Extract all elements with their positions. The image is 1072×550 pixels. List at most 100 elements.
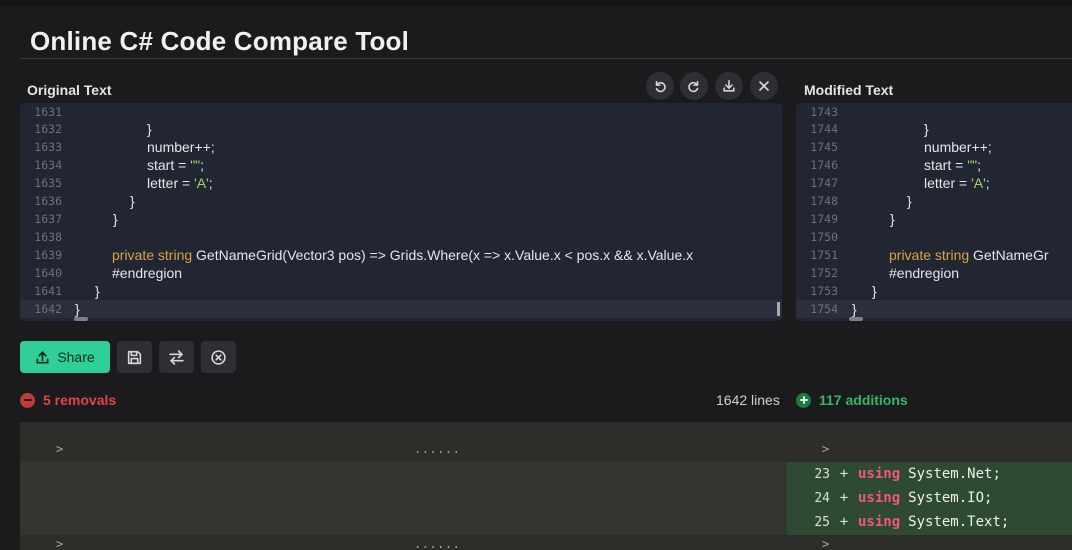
minus-icon bbox=[20, 392, 35, 408]
diff-sign: + bbox=[839, 466, 849, 482]
editor-line: 1641} bbox=[20, 282, 782, 300]
diff-empty-left bbox=[20, 462, 787, 535]
title-divider bbox=[20, 58, 1072, 59]
code-text: } bbox=[872, 283, 877, 299]
save-button[interactable] bbox=[117, 341, 152, 373]
original-editor[interactable]: 1631 1632} 1633 number++; 1634 start = "";… bbox=[20, 103, 782, 321]
upload-icon bbox=[36, 350, 49, 363]
editor-line: 1743 bbox=[796, 103, 1072, 121]
vertical-scrollbar[interactable] bbox=[777, 302, 780, 316]
line-number: 1636 bbox=[34, 194, 62, 208]
code-text: } bbox=[890, 211, 895, 227]
download-button[interactable] bbox=[715, 72, 743, 100]
line-number: 1640 bbox=[34, 266, 62, 280]
editor-line: 1636} bbox=[20, 192, 782, 210]
diff-keyword: using bbox=[858, 466, 901, 482]
close-button[interactable] bbox=[750, 72, 778, 100]
code-text: } bbox=[147, 121, 152, 137]
editor-line: 1632} bbox=[20, 120, 782, 138]
expand-caret-right[interactable]: > bbox=[822, 442, 829, 456]
removals-stat: 5 removals bbox=[20, 392, 116, 408]
diff-line-number: 23 bbox=[814, 466, 830, 482]
editor-line: 1640 #endregion bbox=[20, 264, 782, 282]
collapsed-section[interactable]: > ...... > bbox=[20, 422, 1072, 462]
collapsed-section[interactable]: > ...... > bbox=[20, 535, 1072, 550]
line-number: 1748 bbox=[810, 194, 838, 208]
share-button[interactable]: Share bbox=[20, 341, 110, 373]
clear-icon bbox=[211, 349, 226, 365]
editor-line-active: 1642} bbox=[20, 300, 782, 318]
code-text: } bbox=[852, 301, 857, 317]
redo-icon bbox=[688, 80, 699, 93]
share-label: Share bbox=[57, 349, 95, 365]
clear-button[interactable] bbox=[201, 341, 236, 373]
editor-line: 1745 number++; bbox=[796, 138, 1072, 156]
code-text: letter = 'A'; bbox=[147, 175, 213, 191]
line-number: 1641 bbox=[34, 284, 62, 298]
line-number: 1635 bbox=[34, 176, 62, 190]
download-icon bbox=[723, 79, 735, 92]
line-number: 1752 bbox=[810, 266, 838, 280]
original-text-label: Original Text bbox=[27, 82, 112, 98]
editor-line: 1746 start = ""; bbox=[796, 156, 1072, 174]
added-line: 23 + using System.Net; bbox=[787, 462, 1072, 486]
editor-line: 1750 bbox=[796, 228, 1072, 246]
expand-caret-left[interactable]: > bbox=[56, 537, 63, 550]
expand-caret-left[interactable]: > bbox=[56, 442, 63, 456]
lines-count: 1642 lines bbox=[716, 392, 780, 408]
code-text: letter = 'A'; bbox=[924, 175, 990, 191]
plus-icon bbox=[796, 392, 811, 408]
diff-text: System.IO; bbox=[908, 490, 993, 506]
editor-line-active: 1754} bbox=[796, 300, 1072, 318]
diff-line-number: 25 bbox=[814, 514, 830, 530]
line-number: 1639 bbox=[34, 248, 62, 262]
code-text: number++; bbox=[147, 139, 215, 155]
editor-line: 1744} bbox=[796, 120, 1072, 138]
expand-caret-right[interactable]: > bbox=[822, 537, 829, 550]
removals-count: 5 removals bbox=[43, 392, 117, 408]
modified-text-label: Modified Text bbox=[804, 82, 894, 98]
collapsed-ellipsis[interactable]: ...... bbox=[414, 442, 460, 456]
code-text: } bbox=[907, 193, 912, 209]
code-text: } bbox=[75, 301, 80, 317]
line-number: 1746 bbox=[810, 158, 838, 172]
horizontal-scrollbar[interactable] bbox=[74, 317, 88, 321]
close-icon bbox=[759, 81, 769, 91]
code-text: number++; bbox=[924, 139, 992, 155]
editor-line: 1749} bbox=[796, 210, 1072, 228]
top-strip bbox=[0, 0, 1072, 6]
line-number: 1754 bbox=[810, 302, 838, 316]
editor-line: 1633 number++; bbox=[20, 138, 782, 156]
code-text: } bbox=[113, 211, 118, 227]
line-number: 1751 bbox=[810, 248, 838, 262]
editor-line: 1634 start = ""; bbox=[20, 156, 782, 174]
collapsed-ellipsis[interactable]: ...... bbox=[414, 537, 460, 550]
swap-icon bbox=[169, 349, 184, 365]
modified-editor[interactable]: 1743 1744} 1745 number++; 1746 start = "";… bbox=[796, 103, 1072, 321]
undo-button[interactable] bbox=[646, 72, 674, 100]
added-line: 24 + using System.IO; bbox=[787, 486, 1072, 510]
line-number: 1743 bbox=[810, 105, 838, 119]
undo-icon bbox=[655, 80, 666, 93]
horizontal-scrollbar[interactable] bbox=[849, 317, 863, 321]
code-text: private string GetNameGr bbox=[889, 247, 1049, 263]
diff-sign: + bbox=[839, 490, 849, 506]
line-number: 1750 bbox=[810, 230, 838, 244]
diff-text: System.Net; bbox=[908, 466, 1001, 482]
diff-view: > ...... > 23 + using System.Net; 24 + u… bbox=[20, 422, 1072, 550]
code-text: #endregion bbox=[112, 265, 183, 281]
line-number: 1638 bbox=[34, 230, 62, 244]
line-number: 1633 bbox=[34, 140, 62, 154]
line-number: 1637 bbox=[34, 212, 62, 226]
editor-line: 1747 letter = 'A'; bbox=[796, 174, 1072, 192]
editor-line: 1635 letter = 'A'; bbox=[20, 174, 782, 192]
line-number: 1632 bbox=[34, 122, 62, 136]
swap-button[interactable] bbox=[159, 341, 194, 373]
code-text: private string GetNameGrid(Vector3 pos) … bbox=[112, 247, 694, 263]
line-number: 1634 bbox=[34, 158, 62, 172]
line-number: 1642 bbox=[34, 302, 62, 316]
redo-button[interactable] bbox=[680, 72, 708, 100]
diff-text: System.Text; bbox=[908, 514, 1010, 530]
code-text: } bbox=[95, 283, 100, 299]
page-title: Online C# Code Compare Tool bbox=[30, 26, 410, 56]
